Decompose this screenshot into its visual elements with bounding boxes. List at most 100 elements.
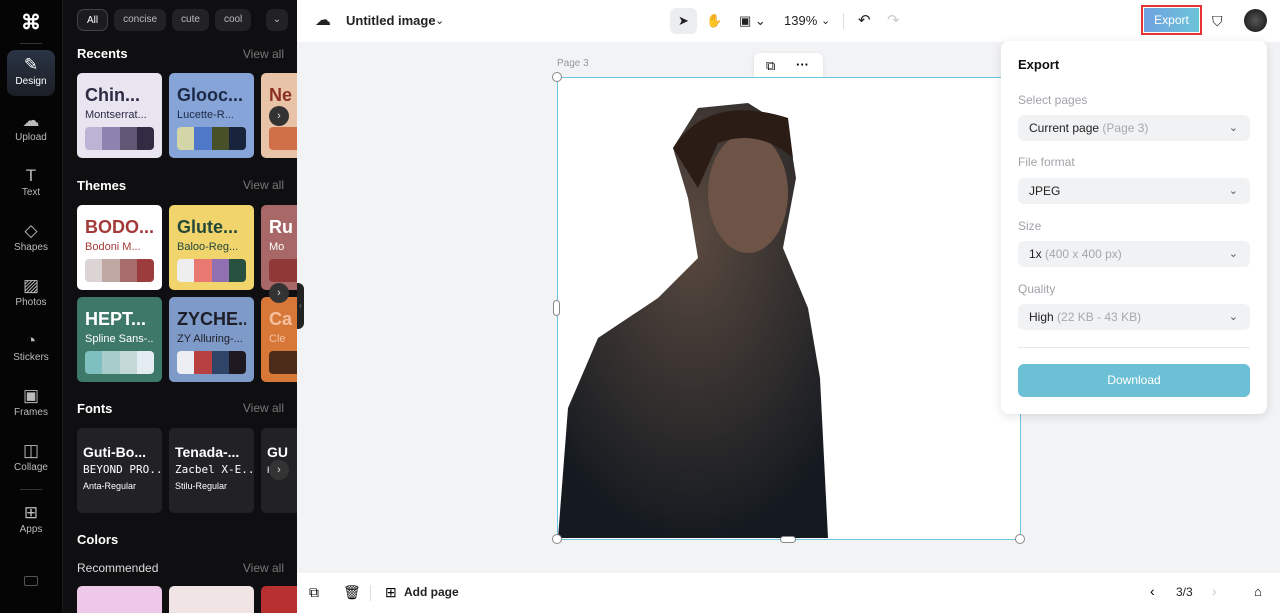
keyboard-icon[interactable] [24,576,38,586]
add-page-button[interactable]: Add page [404,585,459,599]
recents-title: Recents [77,46,128,61]
themes-next-button[interactable]: › [269,283,289,303]
rail-item-label: Upload [15,132,47,143]
themes-card[interactable]: HEPT... Spline Sans-... [77,297,162,382]
themes-card[interactable]: ZYCHE... ZY Alluring-... [169,297,254,382]
card-subtitle: Montserrat... [85,109,147,121]
document-title[interactable]: Untitled image [346,8,436,34]
undo-button[interactable]: ↶ [858,8,871,34]
color-card[interactable] [261,586,297,613]
colors-view-all[interactable]: View all [243,561,284,575]
color-swatches [269,259,297,282]
more-options-icon[interactable]: ··· [796,57,809,72]
filter-chip[interactable]: All [77,9,109,31]
rail-item-shapes[interactable]: ◇ Shapes [7,216,55,262]
resize-handle[interactable] [780,536,796,543]
download-button[interactable]: Download [1018,364,1250,397]
zoom-level[interactable]: 139% [784,8,817,34]
canvas-page[interactable] [557,77,1021,540]
filter-chip[interactable]: cool [214,9,252,31]
avatar[interactable] [1244,9,1267,32]
rail-item-frames[interactable]: ▣ Frames [7,381,55,427]
file-format-label: File format [1018,155,1075,169]
title-dropdown-icon[interactable]: ⌄ [435,8,444,34]
hand-tool-button[interactable]: ✋ [706,8,722,34]
themes-card[interactable]: Ca Cle [261,297,297,382]
bottom-bar: ⧉ 🗑 ⊞ Add page ‹ 3/3 › ⌂ [297,573,1280,613]
resize-handle[interactable] [552,534,562,544]
rail-item-label: Frames [14,407,48,418]
fonts-next-button[interactable]: › [269,460,289,480]
select-pages-dropdown[interactable]: Current page (Page 3) ⌄ [1018,115,1250,141]
rail-item-photos[interactable]: ▨ Photos [7,271,55,317]
color-card[interactable] [77,586,162,613]
card-subtitle: Spline Sans-... [85,333,154,345]
divider [20,43,42,44]
fonts-view-all[interactable]: View all [243,401,284,415]
export-button[interactable]: Export [1144,8,1199,32]
select-tool-button[interactable]: ➤ [670,8,697,34]
layout-button[interactable]: ▣ ⌄ [739,8,766,34]
font-subtitle: Zacbel X-E... [175,463,254,476]
filter-chip[interactable]: concise [114,9,167,31]
rail-item-design[interactable]: ✎ Design [7,50,55,96]
rail-item-apps[interactable]: ⊞ Apps [7,498,55,544]
pages-panel-icon[interactable]: ⌂ [1254,584,1262,599]
color-swatches [269,127,297,150]
quality-label: Quality [1018,282,1056,296]
card-subtitle: Bodoni M... [85,241,141,253]
select-pages-meta: (Page 3) [1102,121,1149,135]
themes-card[interactable]: Ru Mo [261,205,297,290]
page-counter: 3/3 [1176,585,1193,599]
size-label: Size [1018,219,1042,233]
rail-item-text[interactable]: T Text [7,161,55,207]
themes-view-all[interactable]: View all [243,178,284,192]
capcut-logo-icon: ⌘ [21,12,41,34]
rail-item-stickers[interactable]: ◔ Stickers [7,326,55,372]
resize-handle[interactable] [553,300,560,316]
shapes-icon: ◇ [24,221,38,240]
export-panel-title: Export [1018,57,1060,72]
collapse-panel-handle[interactable]: ‹ [297,283,304,329]
card-title: Chin... [85,85,140,105]
filter-chip[interactable]: cute [172,9,209,31]
recents-next-button[interactable]: › [269,106,289,126]
frames-icon: ▣ [22,386,40,405]
chips-expand-button[interactable]: ⌄ [266,9,288,31]
cloud-save-icon[interactable]: ☁ [315,8,331,34]
rail-item-label: Design [15,76,47,87]
font-card[interactable]: Tenada-... Zacbel X-E... Stilu-Regular [169,428,254,513]
recents-card[interactable]: Chin... Montserrat... [77,73,162,158]
font-card[interactable]: Guti-Bo... BEYOND PRO... Anta-Regular [77,428,162,513]
card-subtitle: Lucette-R... [177,109,234,121]
resize-handle[interactable] [1015,534,1025,544]
color-swatches [85,351,154,374]
font-name: Anta-Regular [83,481,137,491]
next-page-button: › [1212,583,1217,599]
trash-icon[interactable]: 🗑 [343,584,361,601]
zoom-dropdown-icon[interactable]: ⌄ [821,8,830,34]
rail-item-upload[interactable]: ☁ Upload [7,106,55,152]
prev-page-button[interactable]: ‹ [1150,583,1155,599]
divider [1018,347,1250,348]
rail-item-collage[interactable]: ◫ Collage [7,436,55,482]
recents-view-all[interactable]: View all [243,47,284,61]
add-page-icon[interactable]: ⊞ [385,584,397,601]
resize-handle[interactable] [552,72,562,82]
font-subtitle: BEYOND PRO... [83,463,162,476]
themes-title: Themes [77,178,127,193]
themes-card[interactable]: BODO... Bodoni M... [77,205,162,290]
shield-check-icon[interactable]: ⛉ [1212,8,1223,34]
divider [370,585,371,601]
rail-item-label: Stickers [13,352,49,363]
card-title: ZYCHE... [177,309,246,329]
color-card[interactable] [169,586,254,613]
recents-card[interactable]: Glooc... Lucette-R... [169,73,254,158]
duplicate-page-icon[interactable]: ⧉ [766,58,775,74]
size-dropdown[interactable]: 1x (400 x 400 px) ⌄ [1018,241,1250,267]
file-format-dropdown[interactable]: JPEG ⌄ [1018,178,1250,204]
themes-card[interactable]: Glute... Baloo-Reg... [169,205,254,290]
card-title: Ne [269,85,293,105]
duplicate-page-icon[interactable]: ⧉ [309,584,319,601]
quality-dropdown[interactable]: High (22 KB - 43 KB) ⌄ [1018,304,1250,330]
